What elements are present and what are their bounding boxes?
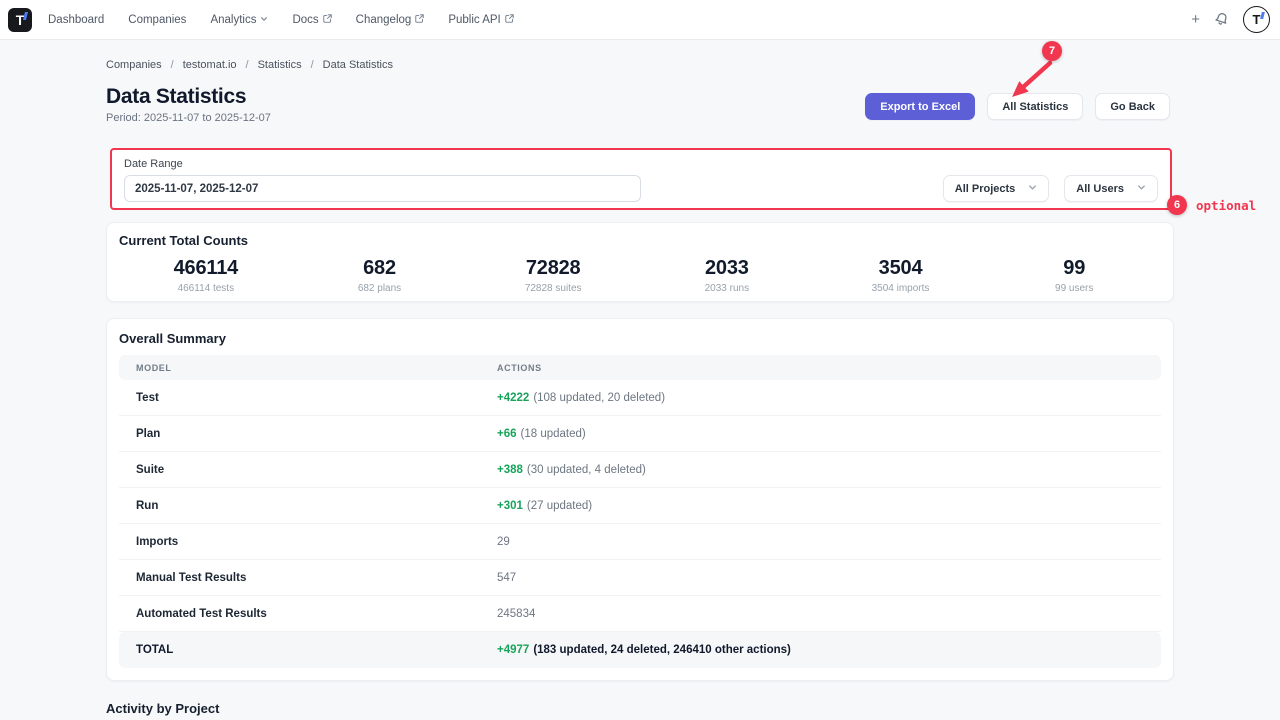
summary-heading: Overall Summary bbox=[119, 331, 1161, 346]
table-row-imports: Imports 29 bbox=[119, 524, 1161, 560]
filters-card: Date Range All Projects All Users bbox=[110, 148, 1172, 210]
stat-plans: 682 682 plans bbox=[293, 257, 467, 294]
stat-tests: 466114 466114 tests bbox=[119, 257, 293, 294]
top-nav: T Dashboard Companies Analytics Docs bbox=[0, 0, 1280, 40]
chevron-down-icon bbox=[1028, 183, 1037, 195]
avatar-letter: T bbox=[1253, 13, 1261, 26]
nav-item-dashboard[interactable]: Dashboard bbox=[48, 14, 104, 26]
action-details: (27 updated) bbox=[527, 500, 592, 512]
added-count: +66 bbox=[497, 428, 517, 440]
totals-heading: Current Total Counts bbox=[119, 233, 1161, 248]
nav-item-docs[interactable]: Docs bbox=[292, 14, 331, 26]
users-dropdown-value: All Users bbox=[1076, 183, 1124, 195]
projects-dropdown[interactable]: All Projects bbox=[943, 175, 1050, 202]
action-details: (183 updated, 24 deleted, 246410 other a… bbox=[533, 644, 791, 656]
nav-item-public-api[interactable]: Public API bbox=[448, 14, 513, 26]
add-icon[interactable]: + bbox=[1191, 12, 1200, 27]
date-range-label: Date Range bbox=[124, 158, 1158, 170]
annotation-optional-label: optional bbox=[1196, 198, 1256, 213]
chevron-down-icon bbox=[260, 14, 268, 26]
logo-blue-tick bbox=[23, 12, 28, 20]
added-count: +4977 bbox=[497, 644, 529, 656]
stat-runs: 2033 2033 runs bbox=[640, 257, 814, 294]
external-link-icon bbox=[415, 14, 424, 26]
stat-imports: 3504 3504 imports bbox=[814, 257, 988, 294]
table-header-row: MODEL ACTIONS bbox=[119, 355, 1161, 380]
table-row-plan: Plan +66 (18 updated) bbox=[119, 416, 1161, 452]
stats-row: 466114 466114 tests 682 682 plans 72828 … bbox=[119, 257, 1161, 294]
breadcrumb: Companies / testomat.io / Statistics / D… bbox=[106, 59, 393, 71]
annotation-step-7-badge: 7 bbox=[1042, 41, 1062, 61]
table-row-total: TOTAL +4977 (183 updated, 24 deleted, 24… bbox=[119, 632, 1161, 668]
table-row-automated-test-results: Automated Test Results 245834 bbox=[119, 596, 1161, 632]
users-dropdown[interactable]: All Users bbox=[1064, 175, 1158, 202]
table-row-suite: Suite +388 (30 updated, 4 deleted) bbox=[119, 452, 1161, 488]
chevron-down-icon bbox=[1137, 183, 1146, 195]
action-details: 547 bbox=[497, 572, 516, 584]
breadcrumb-item-current: Data Statistics bbox=[323, 59, 393, 71]
go-back-button[interactable]: Go Back bbox=[1095, 93, 1170, 120]
table-row-test: Test +4222 (108 updated, 20 deleted) bbox=[119, 380, 1161, 416]
period-subtitle: Period: 2025-11-07 to 2025-12-07 bbox=[106, 112, 271, 124]
export-to-excel-button[interactable]: Export to Excel bbox=[865, 93, 975, 120]
nav-menu: Dashboard Companies Analytics Docs Chang… bbox=[48, 14, 514, 26]
breadcrumb-item-companies[interactable]: Companies bbox=[106, 59, 162, 71]
table-row-run: Run +301 (27 updated) bbox=[119, 488, 1161, 524]
annotation-step-6-badge: 6 bbox=[1167, 195, 1187, 215]
projects-dropdown-value: All Projects bbox=[955, 183, 1016, 195]
user-avatar[interactable]: T bbox=[1243, 6, 1270, 33]
app-logo[interactable]: T bbox=[8, 8, 32, 32]
page-title: Data Statistics bbox=[106, 85, 246, 109]
filter-row: All Projects All Users bbox=[124, 175, 1158, 202]
added-count: +388 bbox=[497, 464, 523, 476]
activity-by-project-heading: Activity by Project bbox=[106, 701, 219, 716]
action-details: 29 bbox=[497, 536, 510, 548]
action-details: (108 updated, 20 deleted) bbox=[533, 392, 665, 404]
column-header-actions: ACTIONS bbox=[497, 363, 1144, 373]
breadcrumb-separator: / bbox=[246, 59, 249, 71]
date-range-input[interactable] bbox=[124, 175, 641, 202]
breadcrumb-item-company[interactable]: testomat.io bbox=[183, 59, 237, 71]
action-details: (30 updated, 4 deleted) bbox=[527, 464, 646, 476]
stat-users: 99 99 users bbox=[987, 257, 1161, 294]
breadcrumb-item-statistics[interactable]: Statistics bbox=[258, 59, 302, 71]
external-link-icon bbox=[323, 14, 332, 26]
action-details: 245834 bbox=[497, 608, 535, 620]
added-count: +301 bbox=[497, 500, 523, 512]
added-count: +4222 bbox=[497, 392, 529, 404]
overall-summary-card: Overall Summary MODEL ACTIONS Test +4222… bbox=[106, 318, 1174, 681]
column-header-model: MODEL bbox=[136, 363, 497, 373]
breadcrumb-separator: / bbox=[171, 59, 174, 71]
external-link-icon bbox=[505, 14, 514, 26]
current-total-counts-card: Current Total Counts 466114 466114 tests… bbox=[106, 222, 1174, 302]
nav-right-controls: + T bbox=[1191, 6, 1270, 33]
stat-suites: 72828 72828 suites bbox=[466, 257, 640, 294]
notification-bell-icon[interactable] bbox=[1213, 11, 1230, 28]
nav-item-changelog[interactable]: Changelog bbox=[356, 14, 425, 26]
table-row-manual-test-results: Manual Test Results 547 bbox=[119, 560, 1161, 596]
breadcrumb-separator: / bbox=[311, 59, 314, 71]
data-statistics-page: T Dashboard Companies Analytics Docs bbox=[0, 0, 1280, 720]
nav-item-companies[interactable]: Companies bbox=[128, 14, 186, 26]
nav-item-analytics[interactable]: Analytics bbox=[210, 14, 268, 26]
action-details: (18 updated) bbox=[521, 428, 586, 440]
